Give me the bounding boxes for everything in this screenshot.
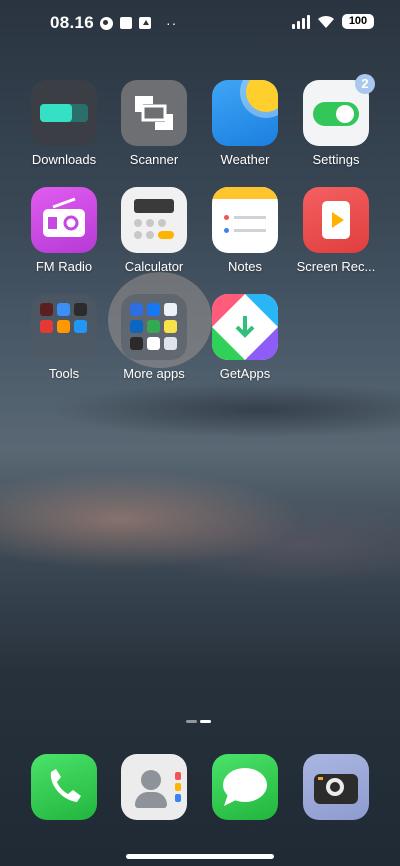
- app-label: Screen Rec...: [296, 259, 376, 274]
- notification-upload-icon: [139, 17, 151, 29]
- home-indicator[interactable]: [126, 854, 274, 859]
- app-label: Notes: [228, 259, 262, 274]
- messages-icon[interactable]: [212, 754, 278, 820]
- contacts-icon[interactable]: [121, 754, 187, 820]
- tools-folder-icon: [31, 294, 97, 360]
- page-indicator[interactable]: [186, 720, 211, 723]
- notes-icon: [212, 187, 278, 253]
- screen-recorder-icon: [303, 187, 369, 253]
- app-label: Scanner: [129, 152, 179, 167]
- app-label: More apps: [123, 366, 185, 381]
- weather-icon: [212, 80, 278, 146]
- app-label: Weather: [220, 152, 270, 167]
- notification-dot-icon: [100, 16, 113, 30]
- page-dot-active: [200, 720, 211, 723]
- getapps-icon: [212, 294, 278, 360]
- app-settings[interactable]: 2 Settings: [291, 74, 381, 167]
- page-dot: [186, 720, 197, 723]
- app-scanner[interactable]: Scanner: [109, 80, 199, 167]
- system-icons: 100: [292, 14, 374, 29]
- app-label: Downloads: [31, 152, 97, 167]
- camera-icon[interactable]: [303, 754, 369, 820]
- signal-icon: [292, 14, 310, 29]
- phone-icon[interactable]: [31, 754, 97, 820]
- wifi-icon: [317, 15, 335, 29]
- calculator-icon: [121, 187, 187, 253]
- app-screen-recorder[interactable]: Screen Rec...: [291, 187, 381, 274]
- app-weather[interactable]: Weather: [200, 80, 290, 167]
- more-apps-folder-icon: [121, 294, 187, 360]
- app-notes[interactable]: Notes: [200, 187, 290, 274]
- app-label: Settings: [312, 152, 360, 167]
- app-downloads[interactable]: Downloads: [19, 80, 109, 167]
- fm-radio-icon: [31, 187, 97, 253]
- app-fm-radio[interactable]: FM Radio: [19, 187, 109, 274]
- battery-icon: 100: [342, 14, 374, 29]
- app-label: FM Radio: [35, 259, 93, 274]
- app-getapps[interactable]: GetApps: [200, 294, 290, 381]
- status-time: 08.16: [50, 13, 95, 32]
- status-bar: 08.16 ·· 100: [0, 10, 400, 36]
- notification-icons: ··: [100, 15, 177, 31]
- app-more-apps-folder[interactable]: More apps: [109, 294, 199, 381]
- notification-badge: 2: [355, 74, 375, 94]
- app-label: Tools: [48, 366, 80, 381]
- app-label: Calculator: [124, 259, 184, 274]
- app-label: GetApps: [219, 366, 271, 381]
- notification-square-icon: [120, 17, 132, 29]
- more-notifications-icon: ··: [166, 15, 178, 31]
- app-calculator[interactable]: Calculator: [109, 187, 199, 274]
- app-tools-folder[interactable]: Tools: [19, 294, 109, 381]
- scanner-icon: [121, 80, 187, 146]
- downloads-icon: [31, 80, 97, 146]
